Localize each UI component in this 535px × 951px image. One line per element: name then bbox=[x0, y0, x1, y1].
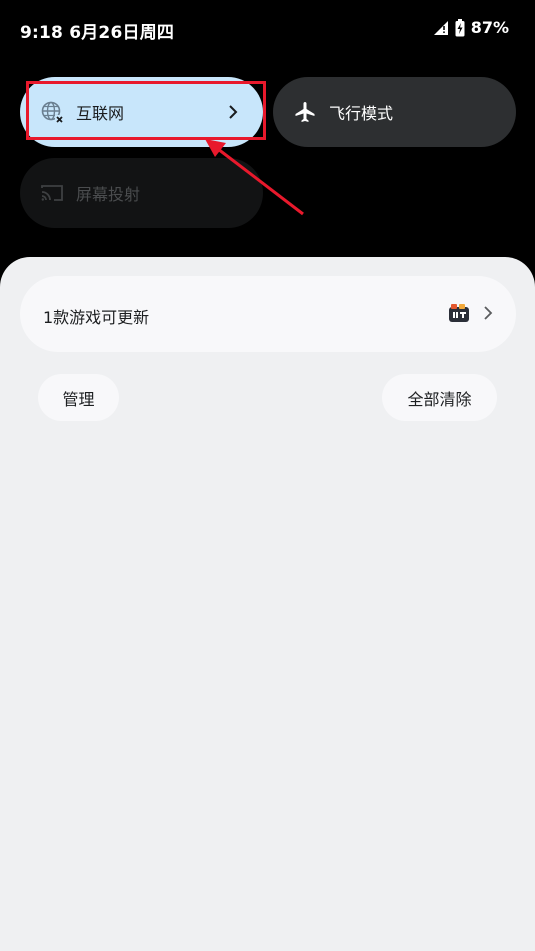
notification-panel: 1款游戏可更新 管理 全部清除 bbox=[0, 257, 535, 951]
airplane-mode-label: 飞行模式 bbox=[329, 104, 394, 123]
internet-tile[interactable]: 互联网 bbox=[20, 77, 263, 147]
chevron-right-icon[interactable] bbox=[221, 100, 245, 124]
airplane-icon bbox=[293, 100, 317, 124]
chevron-right-icon[interactable] bbox=[478, 303, 498, 323]
notification-text: 1款游戏可更新 bbox=[43, 308, 150, 327]
clear-all-button[interactable]: 全部清除 bbox=[382, 374, 497, 421]
screen-cast-tile[interactable]: 屏幕投射 bbox=[20, 158, 263, 228]
status-time-date: 9:18 6月26日周四 bbox=[20, 23, 175, 43]
battery-percent: 87% bbox=[470, 18, 509, 37]
status-icons: 87% bbox=[433, 18, 509, 37]
airplane-mode-tile[interactable]: 飞行模式 bbox=[273, 77, 516, 147]
game-update-notification[interactable]: 1款游戏可更新 bbox=[20, 276, 516, 352]
status-bar: 9:18 6月26日周四 87% bbox=[0, 0, 535, 58]
manage-button[interactable]: 管理 bbox=[38, 374, 119, 421]
game-center-app-icon bbox=[448, 302, 470, 324]
cast-icon bbox=[40, 181, 64, 205]
signal-icon bbox=[433, 20, 449, 36]
screen-cast-label: 屏幕投射 bbox=[76, 185, 141, 204]
notification-shade-screen: 9:18 6月26日周四 87% 互联网 飞行模式 屏幕投射 1款游戏可更新 管… bbox=[0, 0, 535, 951]
battery-charging-icon bbox=[455, 18, 465, 37]
internet-tile-label: 互联网 bbox=[76, 104, 125, 123]
globe-x-icon bbox=[40, 100, 64, 124]
